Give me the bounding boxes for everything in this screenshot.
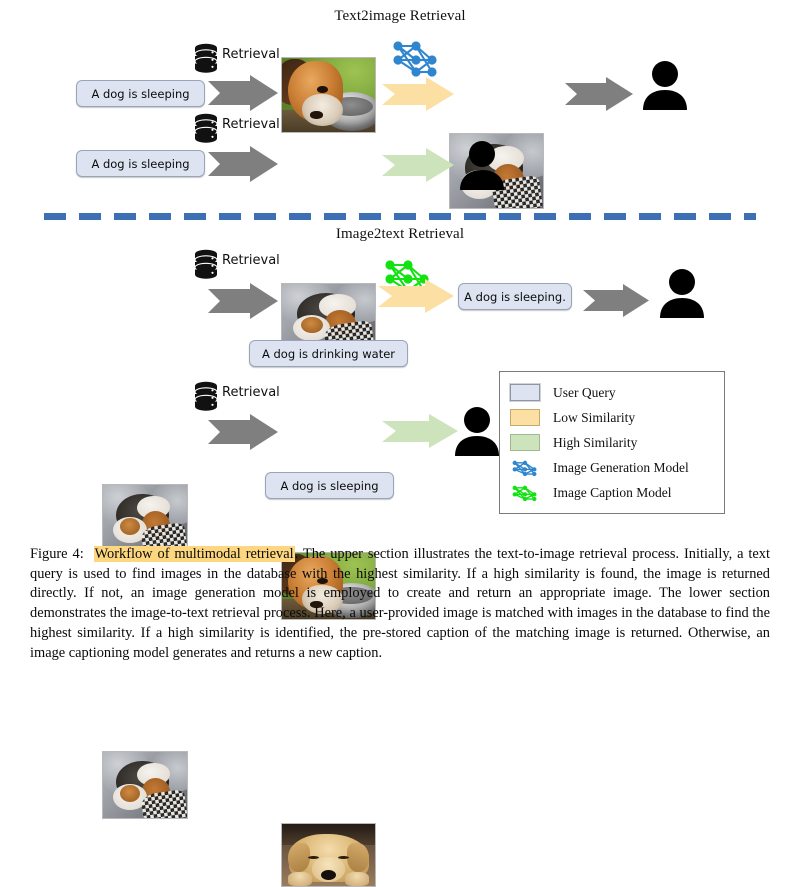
legend-label-low-similarity: Low Similarity xyxy=(553,409,636,425)
arrow-gray-query-to-db-1 xyxy=(208,75,278,111)
i2t-row2-db-caption[interactable]: A dog is sleeping xyxy=(265,472,394,499)
legend-swatch-high-similarity xyxy=(510,434,540,451)
t2i-row2-retrieval-label: Retrieval xyxy=(222,117,280,132)
legend-label-high-similarity: High Similarity xyxy=(553,434,638,450)
legend-swatch-user-query xyxy=(510,384,540,401)
i2t-row2-retrieval-label: Retrieval xyxy=(222,385,280,400)
i2t-row1-query-image[interactable] xyxy=(102,484,188,552)
caption-prefix: Figure 4: xyxy=(30,546,84,562)
database-icon xyxy=(193,381,219,411)
image-caption-model-icon xyxy=(510,483,540,503)
arrow-low-similarity-1 xyxy=(382,76,454,112)
arrow-high-similarity-2 xyxy=(382,413,458,449)
section-title-text2image: Text2image Retrieval xyxy=(334,8,466,24)
caption-body: . The upper section illustrates the text… xyxy=(30,546,771,661)
user-icon-3 xyxy=(658,268,706,318)
legend-label-image-caption-model: Image Caption Model xyxy=(553,484,672,500)
legend-item-low-similarity: Low Similarity xyxy=(510,405,714,430)
arrow-high-similarity-1 xyxy=(382,147,454,183)
t2i-row2-query-box[interactable]: A dog is sleeping xyxy=(76,150,205,177)
user-icon-4 xyxy=(453,406,501,456)
arrow-gray-to-user-1 xyxy=(565,77,633,111)
i2t-row2-db-image xyxy=(281,823,376,887)
legend-item-image-caption-model: Image Caption Model xyxy=(510,480,714,505)
legend-label-image-generation-model: Image Generation Model xyxy=(553,459,689,475)
figure-caption: Figure 4: Workflow of multimodal retriev… xyxy=(30,545,770,663)
database-icon xyxy=(193,43,219,73)
t2i-row1-retrieval-label: Retrieval xyxy=(222,47,280,62)
arrow-low-similarity-2 xyxy=(378,278,454,314)
section-divider xyxy=(44,207,756,220)
legend-item-high-similarity: High Similarity xyxy=(510,430,714,455)
legend: User Query Low Similarity High Similarit… xyxy=(499,371,725,514)
t2i-row1-query-box[interactable]: A dog is sleeping xyxy=(76,80,205,107)
i2t-row1-retrieval-label: Retrieval xyxy=(222,253,280,268)
user-icon-2 xyxy=(458,140,506,190)
user-icon-1 xyxy=(641,60,689,110)
database-icon xyxy=(193,249,219,279)
i2t-row1-result-text[interactable]: A dog is sleeping. xyxy=(458,283,572,310)
i2t-row2-query-image[interactable] xyxy=(102,751,188,819)
figure-canvas: Text2image Retrieval A dog is sleeping R… xyxy=(0,0,800,887)
t2i-row1-db-image xyxy=(281,57,376,133)
arrow-gray-image-to-db-1 xyxy=(208,283,278,319)
arrow-gray-image-to-db-2 xyxy=(208,414,278,450)
i2t-row1-db-caption[interactable]: A dog is drinking water xyxy=(249,340,408,367)
legend-item-user-query: User Query xyxy=(510,380,714,405)
legend-swatch-low-similarity xyxy=(510,409,540,426)
section-title-image2text: Image2text Retrieval xyxy=(335,226,465,242)
image-generation-model-icon xyxy=(510,458,540,478)
legend-item-image-generation-model: Image Generation Model xyxy=(510,455,714,480)
arrow-gray-query-to-db-2 xyxy=(208,146,278,182)
database-icon xyxy=(193,113,219,143)
legend-label-user-query: User Query xyxy=(553,384,616,400)
caption-highlight: Workflow of multimodal retrieval xyxy=(93,546,295,562)
arrow-gray-to-user-2 xyxy=(583,284,649,317)
